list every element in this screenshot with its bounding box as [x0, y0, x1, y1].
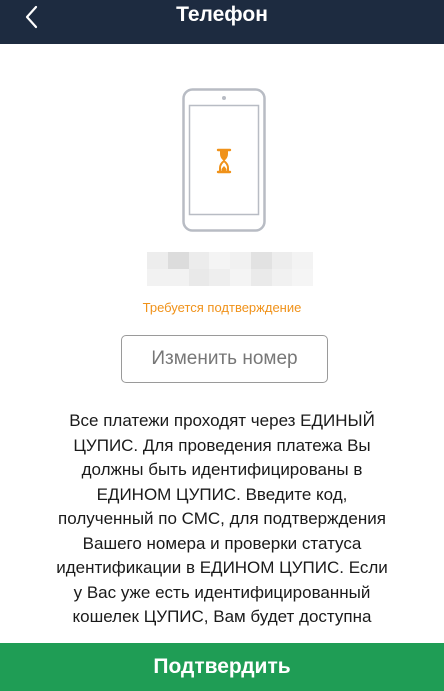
confirm-button[interactable]: Подтвердить [0, 643, 444, 691]
header-bar: Телефон [0, 0, 444, 44]
chevron-left-icon [25, 5, 38, 29]
verification-status: Требуется подтверждение [142, 300, 302, 315]
back-button[interactable] [12, 0, 52, 34]
redacted-phone-number [147, 252, 313, 286]
change-number-button[interactable]: Изменить номер [121, 335, 328, 383]
info-text: Все платежи проходят через ЕДИНЫЙ ЦУПИС.… [56, 411, 388, 626]
phone-confirmation-screen: Телефон Требуется подтверждение Изменить… [0, 0, 444, 691]
page-title: Телефон [176, 3, 268, 26]
phone-camera [222, 96, 226, 100]
phone-illustration [182, 88, 266, 232]
